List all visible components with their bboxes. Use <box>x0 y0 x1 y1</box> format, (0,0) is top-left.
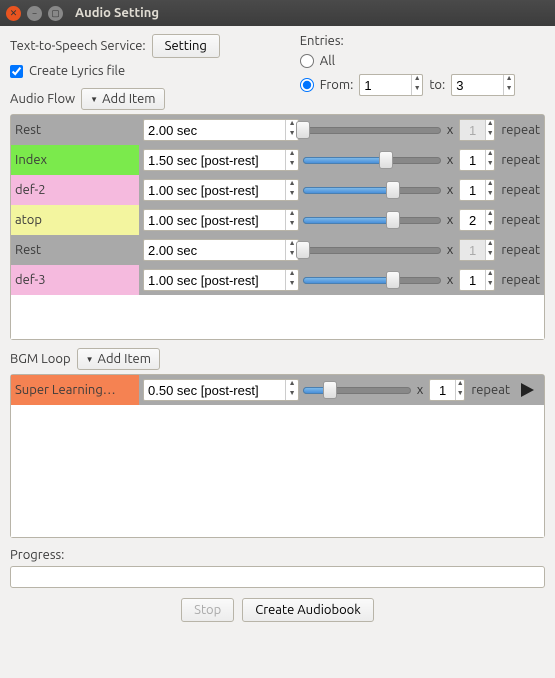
duration-spinner[interactable]: ▲▼ <box>143 119 299 141</box>
entries-label: Entries: <box>300 34 545 48</box>
spinner-down-icon[interactable]: ▼ <box>412 85 422 95</box>
stop-button[interactable]: Stop <box>181 598 234 622</box>
spinner-down-icon[interactable]: ▼ <box>486 160 494 170</box>
spinner-down-icon[interactable]: ▼ <box>286 220 298 230</box>
spinner-down-icon[interactable]: ▼ <box>486 280 494 290</box>
list-item[interactable]: Rest▲▼x▲▼repeat <box>11 115 544 145</box>
duration-spinner[interactable]: ▲▼ <box>143 179 299 201</box>
volume-slider[interactable] <box>303 215 441 225</box>
spinner-down-icon[interactable]: ▼ <box>286 190 298 200</box>
duration-spinner[interactable]: ▲▼ <box>143 379 299 401</box>
item-name: Super Learning… <box>11 375 139 405</box>
item-name: Index <box>11 145 139 175</box>
list-item[interactable]: def-2▲▼x▲▼repeat <box>11 175 544 205</box>
list-item[interactable]: atop▲▼x▲▼repeat <box>11 205 544 235</box>
spinner-down-icon[interactable]: ▼ <box>486 190 494 200</box>
item-name: Rest <box>11 235 139 265</box>
volume-slider[interactable] <box>303 125 441 135</box>
audio-flow-label: Audio Flow <box>10 92 75 106</box>
list-item[interactable]: Super Learning…▲▼x▲▼repeat <box>11 375 544 405</box>
x-label: x <box>447 183 454 197</box>
repeat-label: repeat <box>471 383 510 397</box>
repeat-spinner[interactable]: ▲▼ <box>459 179 495 201</box>
spinner-down-icon[interactable]: ▼ <box>504 85 514 95</box>
item-name: Rest <box>11 115 139 145</box>
volume-slider[interactable] <box>303 385 411 395</box>
repeat-spinner[interactable]: ▲▼ <box>459 269 495 291</box>
item-name: def-3 <box>11 265 139 295</box>
bgm-loop-label: BGM Loop <box>10 352 71 366</box>
spinner-down-icon[interactable]: ▼ <box>456 390 464 400</box>
tts-setting-button[interactable]: Setting <box>152 34 220 58</box>
progress-label: Progress: <box>10 548 545 562</box>
repeat-spinner[interactable]: ▲▼ <box>459 149 495 171</box>
item-name: atop <box>11 205 139 235</box>
entries-to-label: to: <box>429 78 445 92</box>
volume-slider[interactable] <box>303 185 441 195</box>
repeat-label: repeat <box>501 243 540 257</box>
window-title: Audio Setting <box>75 6 159 20</box>
repeat-label: repeat <box>501 153 540 167</box>
close-icon[interactable]: ✕ <box>6 6 21 21</box>
item-name: def-2 <box>11 175 139 205</box>
repeat-spinner[interactable]: ▲▼ <box>459 209 495 231</box>
repeat-spinner: ▲▼ <box>459 119 495 141</box>
list-item[interactable]: Index▲▼x▲▼repeat <box>11 145 544 175</box>
entries-from-label: From: <box>320 78 354 92</box>
duration-spinner[interactable]: ▲▼ <box>143 149 299 171</box>
create-audiobook-button[interactable]: Create Audiobook <box>242 598 374 622</box>
tts-label: Text-to-Speech Service: <box>10 39 146 53</box>
x-label: x <box>447 153 454 167</box>
duration-spinner[interactable]: ▲▼ <box>143 209 299 231</box>
titlebar: ✕ − ▢ Audio Setting <box>0 0 555 26</box>
maximize-icon[interactable]: ▢ <box>48 6 63 21</box>
spinner-down-icon: ▼ <box>486 250 494 260</box>
spinner-down-icon[interactable]: ▼ <box>286 390 298 400</box>
volume-slider[interactable] <box>303 155 441 165</box>
repeat-spinner: ▲▼ <box>459 239 495 261</box>
chevron-down-icon: ▼ <box>86 355 94 364</box>
repeat-spinner[interactable]: ▲▼ <box>429 379 465 401</box>
duration-spinner[interactable]: ▲▼ <box>143 239 299 261</box>
repeat-label: repeat <box>501 273 540 287</box>
entries-from-spinner[interactable]: ▲▼ <box>359 74 423 96</box>
audio-flow-list: Rest▲▼x▲▼repeatIndex▲▼x▲▼repeatdef-2▲▼x▲… <box>10 114 545 340</box>
progress-bar <box>10 566 545 588</box>
audio-flow-add-item-button[interactable]: ▼ Add Item <box>81 88 164 110</box>
repeat-label: repeat <box>501 213 540 227</box>
spinner-down-icon[interactable]: ▼ <box>486 220 494 230</box>
minimize-icon[interactable]: − <box>27 6 42 21</box>
list-item[interactable]: Rest▲▼x▲▼repeat <box>11 235 544 265</box>
lyrics-checkbox[interactable] <box>10 65 23 78</box>
entries-all-radio[interactable] <box>300 54 314 68</box>
x-label: x <box>447 213 454 227</box>
volume-slider[interactable] <box>303 275 441 285</box>
x-label: x <box>447 243 454 257</box>
spinner-down-icon[interactable]: ▼ <box>286 280 298 290</box>
duration-spinner[interactable]: ▲▼ <box>143 269 299 291</box>
lyrics-label: Create Lyrics file <box>29 64 125 78</box>
bgm-list: Super Learning…▲▼x▲▼repeat <box>10 374 545 538</box>
x-label: x <box>447 273 454 287</box>
entries-all-label: All <box>320 54 335 68</box>
repeat-label: repeat <box>501 183 540 197</box>
play-icon[interactable] <box>514 378 540 402</box>
x-label: x <box>447 123 454 137</box>
repeat-label: repeat <box>501 123 540 137</box>
bgm-add-item-button[interactable]: ▼ Add Item <box>77 348 160 370</box>
entries-from-radio[interactable] <box>300 78 314 92</box>
x-label: x <box>417 383 424 397</box>
chevron-down-icon: ▼ <box>90 95 98 104</box>
spinner-down-icon: ▼ <box>486 130 494 140</box>
entries-to-spinner[interactable]: ▲▼ <box>451 74 515 96</box>
spinner-down-icon[interactable]: ▼ <box>286 160 298 170</box>
volume-slider[interactable] <box>303 245 441 255</box>
list-item[interactable]: def-3▲▼x▲▼repeat <box>11 265 544 295</box>
